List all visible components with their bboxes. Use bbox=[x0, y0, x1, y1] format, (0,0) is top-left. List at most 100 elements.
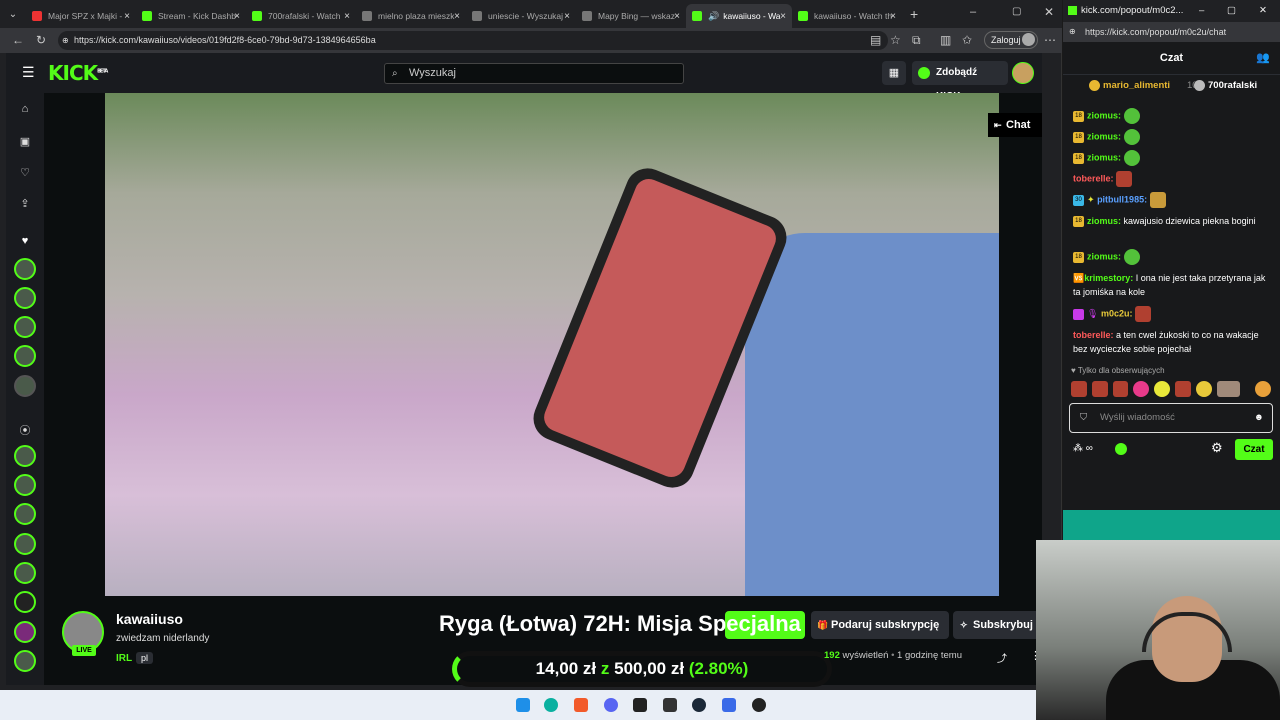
extensions-icon[interactable]: ⧉ bbox=[912, 33, 921, 48]
chat-settings-gear-icon[interactable]: ⚙ bbox=[1211, 440, 1223, 456]
emote-icon[interactable] bbox=[1195, 381, 1212, 397]
emote-icon[interactable] bbox=[1154, 381, 1170, 397]
back-arrow-icon[interactable]: ← bbox=[12, 33, 24, 47]
favorite-star-icon[interactable]: ☆ bbox=[890, 33, 901, 47]
close-tab-icon[interactable]: × bbox=[674, 11, 680, 22]
sub-badge-icon: 18 bbox=[1073, 152, 1084, 164]
language-tag[interactable]: pl bbox=[136, 652, 154, 664]
close-tab-icon[interactable]: × bbox=[124, 11, 130, 22]
site-info-icon[interactable]: ⊕ bbox=[62, 31, 69, 50]
app-icon[interactable] bbox=[722, 698, 736, 712]
users-icon[interactable]: 👥 bbox=[1256, 42, 1270, 75]
chat-message: 18 ziomus: bbox=[1073, 249, 1273, 265]
chat-message-input[interactable]: ⛉ Wyślij wiadomość ☻ bbox=[1069, 403, 1273, 433]
close-tab-icon[interactable]: × bbox=[564, 11, 570, 22]
hamburger-menu-icon[interactable]: ☰ bbox=[22, 64, 35, 81]
emote-icon[interactable] bbox=[1091, 381, 1108, 397]
emote-icon[interactable] bbox=[1133, 381, 1150, 397]
obs-icon[interactable] bbox=[633, 698, 647, 712]
maximize-icon[interactable]: ▢ bbox=[1227, 0, 1236, 22]
followed-channel-avatar[interactable] bbox=[14, 375, 36, 397]
recommended-channel-avatar[interactable] bbox=[14, 503, 36, 525]
audio-playing-icon[interactable]: 🔊 bbox=[708, 11, 719, 22]
edge-browser-icon[interactable] bbox=[544, 698, 558, 712]
recommended-channel-avatar[interactable] bbox=[14, 650, 36, 672]
browser-tab-6[interactable]: Mapy Bing — wskaz × bbox=[576, 4, 686, 28]
minimize-icon[interactable]: – bbox=[1199, 0, 1204, 22]
discord-icon[interactable] bbox=[604, 698, 618, 712]
browser-tab-8[interactable]: kawaiiuso - Watch th × bbox=[792, 4, 902, 28]
close-window-icon[interactable]: ✕ bbox=[1044, 5, 1054, 19]
app-icon[interactable] bbox=[752, 698, 766, 712]
login-button[interactable]: Zaloguj bbox=[984, 31, 1038, 49]
upload-icon[interactable]: ⇪ bbox=[18, 197, 32, 211]
steam-icon[interactable] bbox=[692, 698, 706, 712]
reader-mode-icon[interactable]: ▤ bbox=[870, 33, 881, 47]
emote-icon[interactable] bbox=[1174, 381, 1191, 397]
recommended-channel-avatar[interactable] bbox=[14, 562, 36, 584]
close-tab-icon[interactable]: × bbox=[454, 11, 460, 22]
windows-start-icon[interactable] bbox=[516, 698, 530, 712]
dashboard-icon[interactable]: ▦ bbox=[882, 61, 906, 85]
browser-tab-7[interactable]: 🔊 kawaiiuso - Wa × bbox=[686, 4, 792, 28]
emote-icon bbox=[1123, 249, 1140, 265]
tab-list-chevron-icon[interactable]: ⌄ bbox=[0, 9, 26, 20]
epic-games-icon[interactable] bbox=[663, 698, 677, 712]
recommended-channel-avatar[interactable] bbox=[14, 621, 36, 643]
close-tab-icon[interactable]: × bbox=[780, 11, 786, 22]
share-icon[interactable]: ⤴ bbox=[997, 650, 1007, 665]
minimize-icon[interactable]: – bbox=[970, 6, 976, 18]
browse-icon[interactable]: ▣ bbox=[18, 135, 32, 149]
home-icon[interactable]: ⌂ bbox=[18, 103, 32, 117]
emote-icon[interactable] bbox=[1216, 381, 1241, 397]
gift-sub-button[interactable]: 🎁 Podaruj subskrypcję bbox=[811, 611, 949, 639]
brave-browser-icon[interactable] bbox=[574, 698, 588, 712]
user-avatar[interactable] bbox=[1012, 62, 1034, 84]
emote-icon[interactable] bbox=[1255, 381, 1272, 397]
recommended-channel-avatar[interactable] bbox=[14, 445, 36, 467]
recommended-channel-avatar[interactable] bbox=[14, 533, 36, 555]
emoji-picker-icon[interactable]: ☻ bbox=[1254, 404, 1264, 432]
followed-channel-avatar[interactable] bbox=[14, 258, 36, 280]
followed-channel-avatar[interactable] bbox=[14, 316, 36, 338]
new-tab-icon[interactable]: + bbox=[910, 6, 918, 22]
browser-tab-3[interactable]: 700rafalski - Watch × bbox=[246, 4, 356, 28]
recommended-channel-avatar[interactable] bbox=[14, 591, 36, 613]
followers-only-notice: ♥ Tylko dla obserwujących bbox=[1071, 366, 1165, 375]
kick-logo[interactable]: KICKBETA bbox=[48, 61, 108, 85]
reload-icon[interactable]: ↻ bbox=[36, 33, 46, 47]
browser-tab-1[interactable]: Major SPZ x Majki - × bbox=[26, 4, 136, 28]
maximize-icon[interactable]: ▢ bbox=[1012, 6, 1021, 17]
category-link[interactable]: IRL bbox=[116, 653, 132, 664]
close-tab-icon[interactable]: × bbox=[890, 11, 896, 22]
streamer-name[interactable]: kawaiiuso bbox=[116, 611, 183, 627]
following-heart-icon[interactable]: ♡ bbox=[18, 166, 32, 180]
close-window-icon[interactable]: ✕ bbox=[1259, 0, 1267, 22]
subscribe-button[interactable]: ✧ Subskrybuj bbox=[953, 611, 1042, 639]
search-favicon-icon bbox=[362, 11, 372, 21]
emote-icon[interactable] bbox=[1071, 381, 1087, 397]
recommended-channel-avatar[interactable] bbox=[14, 474, 36, 496]
search-input[interactable]: ⌕ Wyszukaj bbox=[384, 63, 684, 84]
close-tab-icon[interactable]: × bbox=[234, 11, 240, 22]
chat-toggle-button[interactable]: ⇤ Chat bbox=[988, 113, 1042, 137]
kick-favicon-icon bbox=[142, 11, 152, 21]
browser-tab-2[interactable]: Stream - Kick Dashb × bbox=[136, 4, 246, 28]
browser-tab-4[interactable]: mielno plaza mieszk × bbox=[356, 4, 466, 28]
channel-points-icon[interactable]: ⁂ ∞ bbox=[1073, 443, 1093, 454]
more-menu-icon[interactable]: ⋯ bbox=[1044, 33, 1056, 47]
emote-icon[interactable] bbox=[1112, 381, 1129, 397]
split-screen-icon[interactable]: ▥ bbox=[940, 33, 951, 47]
favorites-icon[interactable]: ✩ bbox=[962, 33, 972, 47]
verified-icon: ✦ bbox=[1087, 194, 1095, 205]
followed-channel-avatar[interactable] bbox=[14, 345, 36, 367]
video-player[interactable] bbox=[105, 93, 999, 596]
close-tab-icon[interactable]: × bbox=[344, 11, 350, 22]
send-chat-button[interactable]: Czat bbox=[1235, 439, 1273, 460]
followed-channel-avatar[interactable] bbox=[14, 287, 36, 309]
get-kicks-button[interactable]: Zdobądź KICKs bbox=[912, 61, 1008, 102]
url-field[interactable]: ⊕ https://kick.com/kawaiiuso/videos/019fd… bbox=[58, 31, 888, 50]
chat-address-bar[interactable]: ⊕ https://kick.com/popout/m0c2u/chat bbox=[1063, 22, 1280, 42]
kick-coin-icon[interactable] bbox=[1115, 443, 1127, 455]
browser-tab-5[interactable]: uniescie - Wyszukaj × bbox=[466, 4, 576, 28]
